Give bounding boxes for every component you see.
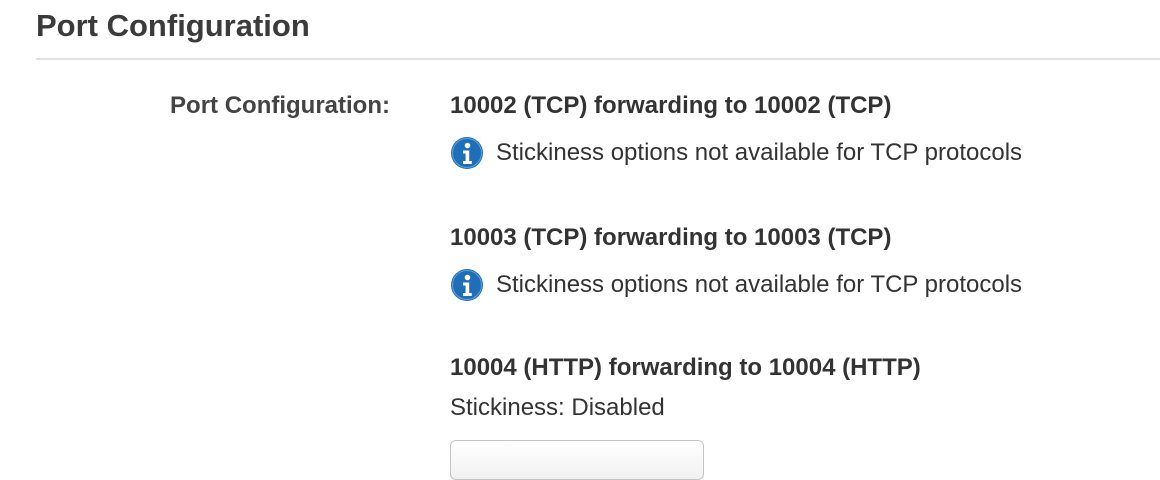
info-icon <box>451 137 483 169</box>
listener-item: 10002 (TCP) forwarding to 10002 (TCP) St… <box>450 90 1022 170</box>
section-divider <box>36 58 1160 60</box>
listener-item: 10004 (HTTP) forwarding to 10004 (HTTP) … <box>450 352 921 424</box>
listener-item: 10003 (TCP) forwarding to 10003 (TCP) St… <box>450 222 1022 302</box>
listener-note-text: Stickiness options not available for TCP… <box>496 271 1023 298</box>
listener-title: 10003 (TCP) forwarding to 10003 (TCP) <box>450 224 892 251</box>
listener-title: 10002 (TCP) forwarding to 10002 (TCP) <box>450 92 892 119</box>
edit-stickiness-button[interactable] <box>450 440 704 480</box>
stickiness-status: Stickiness: Disabled <box>450 394 665 421</box>
info-icon <box>451 269 483 301</box>
listener-note-text: Stickiness options not available for TCP… <box>496 139 1023 166</box>
listener-title: 10004 (HTTP) forwarding to 10004 (HTTP) <box>450 354 921 381</box>
port-configuration-label: Port Configuration: <box>170 92 390 119</box>
listener-note: Stickiness options not available for TCP… <box>450 268 1022 302</box>
listener-note: Stickiness options not available for TCP… <box>450 136 1022 170</box>
section-title: Port Configuration <box>36 8 310 43</box>
